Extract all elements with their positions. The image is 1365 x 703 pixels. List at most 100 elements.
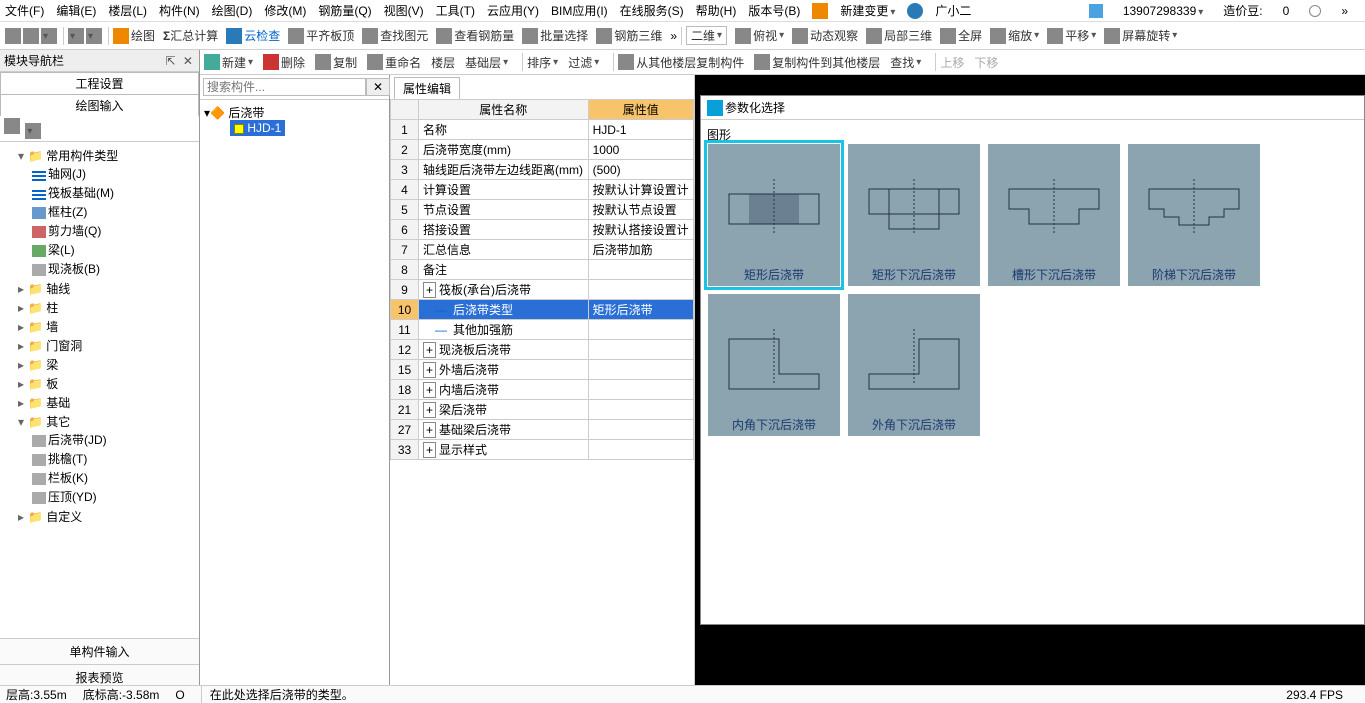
- tb-local3d[interactable]: 局部三维: [866, 27, 932, 44]
- prop-row[interactable]: 33+显示样式: [391, 440, 694, 460]
- tree-column[interactable]: ▸📁 柱: [18, 298, 195, 317]
- tb2-copyto[interactable]: 复制构件到其他楼层: [754, 54, 880, 71]
- component-tree[interactable]: ▾📁 常用构件类型 轴网(J) 筏板基础(M) 框柱(Z) 剪力墙(Q) 梁(L…: [0, 142, 199, 638]
- property-table[interactable]: 属性名称属性值 1名称HJD-12后浇带宽度(mm)10003轴线距后浇带左边线…: [390, 99, 694, 460]
- prop-row[interactable]: 15+外墙后浇带: [391, 360, 694, 380]
- tree-opening[interactable]: ▸📁 门窗洞: [18, 336, 195, 355]
- tb-sum[interactable]: Σ 汇总计算: [163, 27, 218, 44]
- tb-zoom[interactable]: 缩放: [990, 27, 1039, 44]
- tree-custom[interactable]: ▸📁 自定义: [18, 507, 195, 526]
- tree-shearwall[interactable]: 剪力墙(Q): [32, 221, 195, 240]
- tree-wall[interactable]: ▸📁 墙: [18, 317, 195, 336]
- redo-icon[interactable]: [86, 28, 102, 44]
- new-doc-icon[interactable]: [5, 28, 21, 44]
- tree-foundation[interactable]: ▸📁 基础: [18, 393, 195, 412]
- prop-row[interactable]: 10—后浇带类型矩形后浇带: [391, 300, 694, 320]
- menu-rebar[interactable]: 钢筋量(Q): [318, 2, 371, 19]
- panel-dock-icon[interactable]: ⇱ ✕: [166, 54, 195, 68]
- expand-icon[interactable]: »: [1341, 4, 1348, 18]
- instance-tree[interactable]: ▾🔶 后浇带 HJD-1: [200, 100, 389, 690]
- prop-row[interactable]: 12+现浇板后浇带: [391, 340, 694, 360]
- tb2-copy[interactable]: 复制: [315, 54, 357, 71]
- tb-batch[interactable]: 批量选择: [522, 27, 588, 44]
- btn-single[interactable]: 单构件输入: [0, 638, 199, 664]
- tb-orbit[interactable]: 动态观察: [792, 27, 858, 44]
- menu-modify[interactable]: 修改(M): [264, 2, 306, 19]
- tab-project[interactable]: 工程设置: [0, 72, 199, 94]
- tree-other[interactable]: ▾📁 其它 后浇带(JD) 挑檐(T) 栏板(K) 压顶(YD): [18, 412, 195, 507]
- menu-version[interactable]: 版本号(B): [748, 2, 800, 19]
- tb-3d[interactable]: 钢筋三维: [596, 27, 662, 44]
- menu-file[interactable]: 文件(F): [5, 2, 44, 19]
- prop-row[interactable]: 9+筏板(承台)后浇带: [391, 280, 694, 300]
- tb2-copyfrom[interactable]: 从其他楼层复制构件: [618, 54, 744, 71]
- tb2-base[interactable]: 基础层: [465, 54, 508, 71]
- search-clear[interactable]: ✕: [366, 78, 390, 96]
- tree-raft[interactable]: 筏板基础(M): [32, 183, 195, 202]
- search-input[interactable]: [203, 78, 366, 96]
- tree-axis-grid[interactable]: 轴网(J): [32, 164, 195, 183]
- prop-row[interactable]: 2后浇带宽度(mm)1000: [391, 140, 694, 160]
- tb-rotate[interactable]: 屏幕旋转: [1104, 27, 1177, 44]
- save-icon[interactable]: [41, 28, 57, 44]
- tb2-rename[interactable]: 重命名: [367, 54, 421, 71]
- tree-slab2[interactable]: ▸📁 板: [18, 374, 195, 393]
- prop-row[interactable]: 5节点设置按默认节点设置: [391, 200, 694, 220]
- tb2-filter[interactable]: 过滤: [568, 54, 599, 71]
- tb-rebar[interactable]: 查看钢筋量: [436, 27, 514, 44]
- tb-find[interactable]: 查找图元: [362, 27, 428, 44]
- open-icon[interactable]: [23, 28, 39, 44]
- tb2-sort[interactable]: 排序: [527, 54, 558, 71]
- prop-row[interactable]: 18+内墙后浇带: [391, 380, 694, 400]
- tb-top[interactable]: 俯视: [735, 27, 784, 44]
- tree-slab[interactable]: 现浇板(B): [32, 259, 195, 278]
- new-change[interactable]: 新建变更: [840, 2, 895, 19]
- shape-card[interactable]: 阶梯下沉后浇带: [1127, 143, 1261, 287]
- tree-postcast[interactable]: 后浇带(JD): [32, 430, 195, 449]
- prop-row[interactable]: 21+梁后浇带: [391, 400, 694, 420]
- menu-bim[interactable]: BIM应用(I): [551, 2, 608, 19]
- prop-row[interactable]: 27+基础梁后浇带: [391, 420, 694, 440]
- tb-flat[interactable]: 平齐板顶: [288, 27, 354, 44]
- undo-icon[interactable]: [68, 28, 84, 44]
- tb2-find[interactable]: 查找: [890, 54, 921, 71]
- menu-view[interactable]: 视图(V): [384, 2, 424, 19]
- tree-axis[interactable]: ▸📁 轴线: [18, 279, 195, 298]
- prop-row[interactable]: 7汇总信息后浇带加筋: [391, 240, 694, 260]
- tb-cloud[interactable]: 云检查: [226, 27, 280, 44]
- account[interactable]: 13907298339: [1123, 4, 1203, 18]
- shape-card[interactable]: 矩形后浇带: [707, 143, 841, 287]
- menu-edit[interactable]: 编辑(E): [56, 2, 96, 19]
- menu-draw[interactable]: 绘图(D): [212, 2, 253, 19]
- user2[interactable]: 广小二: [935, 2, 971, 19]
- bell-icon[interactable]: [1309, 5, 1321, 17]
- nav-hammer-icon[interactable]: [25, 123, 41, 139]
- tab-draw[interactable]: 绘图输入: [0, 94, 199, 116]
- tb-full[interactable]: 全屏: [940, 27, 982, 44]
- tb-2d[interactable]: 二维: [686, 26, 727, 45]
- shape-card[interactable]: 外角下沉后浇带: [847, 293, 981, 437]
- menu-floor[interactable]: 楼层(L): [108, 2, 147, 19]
- menu-tool[interactable]: 工具(T): [436, 2, 475, 19]
- shape-card[interactable]: 槽形下沉后浇带: [987, 143, 1121, 287]
- shape-card[interactable]: 内角下沉后浇带: [707, 293, 841, 437]
- tb-pan[interactable]: 平移: [1047, 27, 1096, 44]
- expand-icon[interactable]: »: [670, 29, 677, 43]
- menu-help[interactable]: 帮助(H): [696, 2, 737, 19]
- tree-coping[interactable]: 压顶(YD): [32, 487, 195, 506]
- menu-cloud[interactable]: 云应用(Y): [487, 2, 539, 19]
- tab-prop[interactable]: 属性编辑: [394, 77, 460, 99]
- tree-framecol[interactable]: 框柱(Z): [32, 202, 195, 221]
- tb-draw[interactable]: 绘图: [113, 27, 155, 44]
- prop-row[interactable]: 4计算设置按默认计算设置计: [391, 180, 694, 200]
- prop-row[interactable]: 11—其他加强筋: [391, 320, 694, 340]
- tree-eave[interactable]: 挑檐(T): [32, 449, 195, 468]
- tree-beam2[interactable]: ▸📁 梁: [18, 355, 195, 374]
- tb2-new[interactable]: 新建: [204, 54, 253, 71]
- prop-row[interactable]: 6搭接设置按默认搭接设置计: [391, 220, 694, 240]
- prop-row[interactable]: 3轴线距后浇带左边线距离(mm)(500): [391, 160, 694, 180]
- prop-row[interactable]: 1名称HJD-1: [391, 120, 694, 140]
- tree-beam[interactable]: 梁(L): [32, 240, 195, 259]
- prop-row[interactable]: 8备注: [391, 260, 694, 280]
- nav-add-icon[interactable]: [4, 118, 20, 134]
